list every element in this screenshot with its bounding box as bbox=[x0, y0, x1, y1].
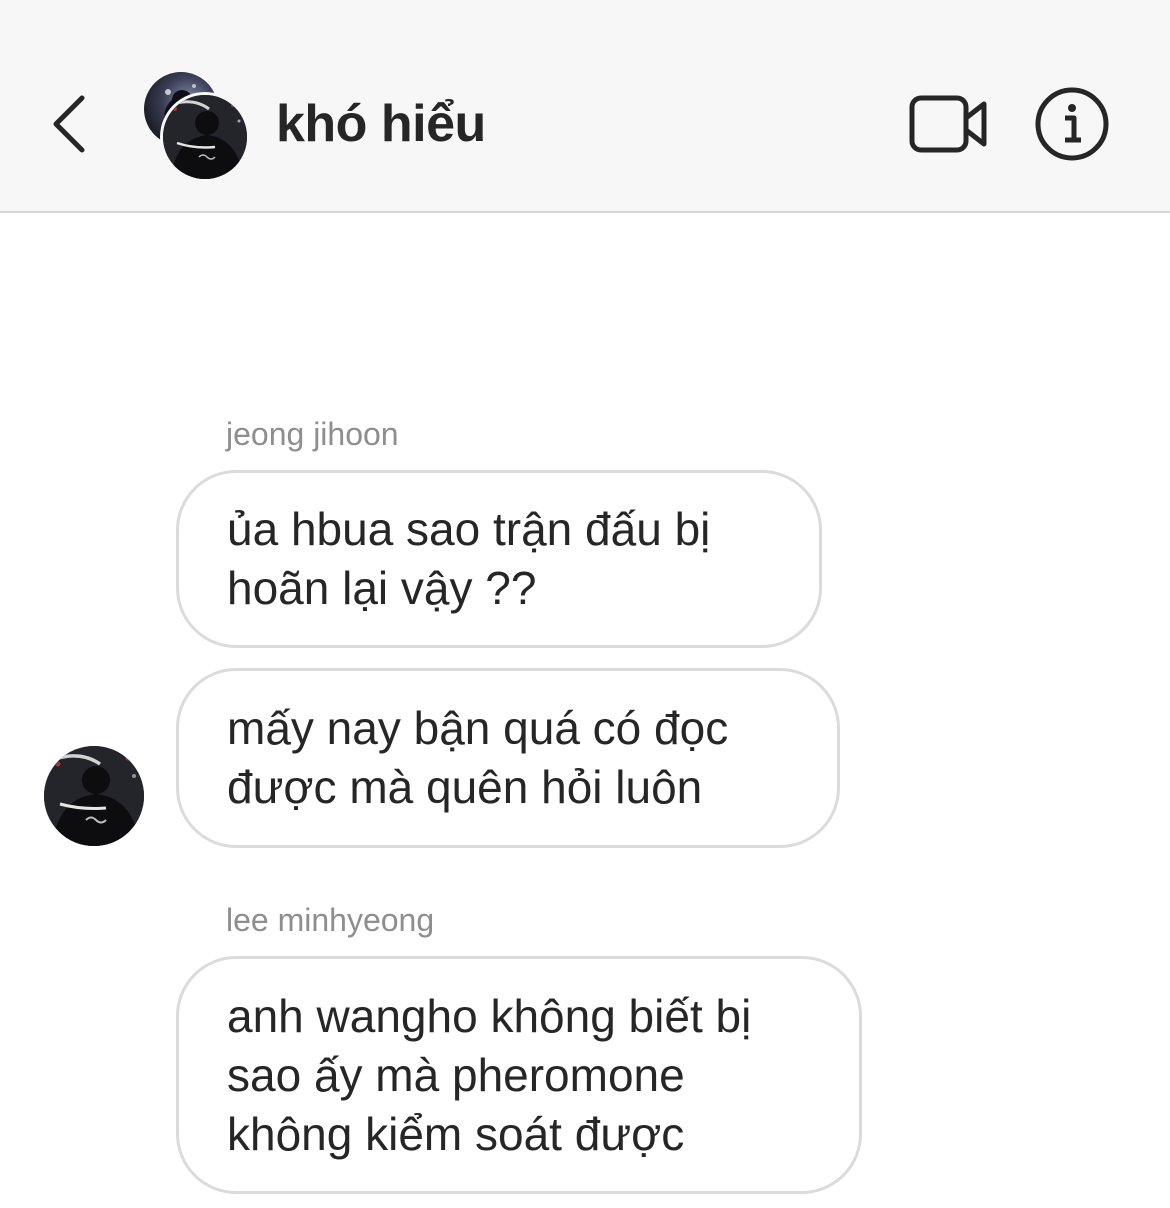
message-bubble[interactable]: mấy nay bận quá có đọc được mà quên hỏi … bbox=[176, 668, 840, 848]
avatar[interactable] bbox=[44, 746, 144, 846]
sender-name: jeong jihoon bbox=[226, 416, 399, 452]
avatar bbox=[160, 92, 250, 182]
sender-name: lee minhyeong bbox=[226, 902, 435, 938]
message-text: anh wangho không biết bị sao ấy mà phero… bbox=[227, 989, 752, 1160]
video-call-button[interactable] bbox=[906, 92, 992, 156]
group-avatar[interactable] bbox=[140, 70, 250, 182]
message-text: ủa hbua sao trận đấu bị hoãn lại vậy ?? bbox=[227, 503, 711, 614]
message-bubble[interactable]: anh wangho không biết bị sao ấy mà phero… bbox=[176, 956, 862, 1194]
message-bubble[interactable]: ủa hbua sao trận đấu bị hoãn lại vậy ?? bbox=[176, 470, 822, 648]
chat-title[interactable]: khó hiểu bbox=[276, 92, 486, 156]
info-button[interactable] bbox=[1034, 86, 1110, 162]
chevron-left-icon bbox=[53, 95, 85, 153]
dm-screen: khó hiểu jeong jihoon ủa hbua sao trận đ… bbox=[0, 0, 1170, 1208]
info-icon bbox=[1035, 87, 1109, 161]
back-button[interactable] bbox=[40, 86, 100, 162]
message-text: mấy nay bận quá có đọc được mà quên hỏi … bbox=[227, 702, 729, 813]
chat-header: khó hiểu bbox=[0, 0, 1170, 213]
video-camera-icon bbox=[909, 95, 987, 153]
